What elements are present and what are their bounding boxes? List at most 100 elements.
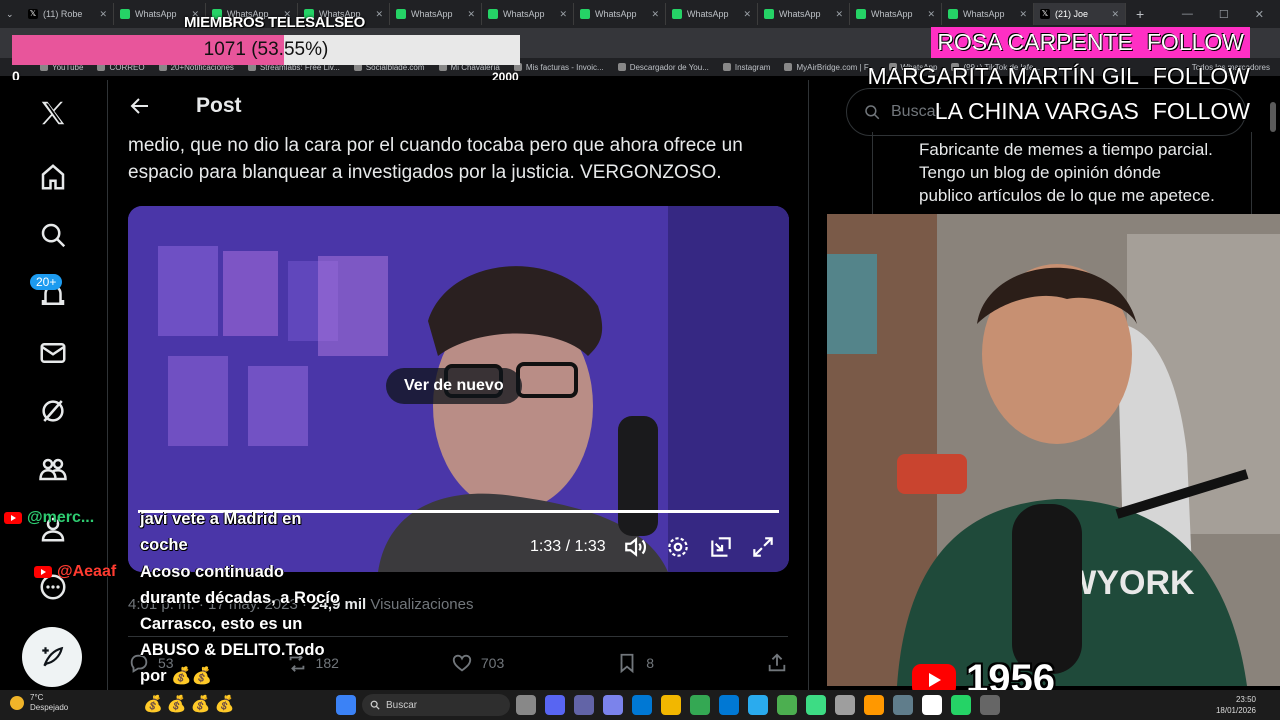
notifications-badge: 20+ [30, 274, 63, 290]
close-tab-icon[interactable]: ✕ [99, 9, 107, 20]
x-left-nav: 20+ [0, 80, 105, 690]
temperature: 7°C [30, 693, 44, 702]
search-icon [370, 700, 380, 710]
settings-gear-icon[interactable] [665, 534, 691, 560]
taskbar-app-icon[interactable] [632, 695, 652, 715]
taskbar-app-icon[interactable] [893, 695, 913, 715]
post-header-title: Post [196, 94, 242, 117]
scrollbar-thumb[interactable] [1270, 102, 1276, 132]
weather-text: Despejado [30, 703, 69, 712]
browser-tab[interactable]: WhatsApp ✕ [574, 3, 666, 25]
x-logo-icon: 𝕏 [28, 9, 38, 19]
video-time: 1:33 / 1:33 [530, 538, 606, 555]
browser-tab[interactable]: WhatsApp ✕ [758, 3, 850, 25]
taskbar-search[interactable]: Buscar [362, 694, 510, 716]
close-tab-icon[interactable]: ✕ [927, 9, 935, 20]
youtube-icon [4, 512, 22, 524]
bookmark-item[interactable]: MyAirBridge.com | F... [784, 62, 875, 72]
follow-alert: ROSA CARPENTE FOLLOW [931, 27, 1250, 58]
close-tab-icon[interactable]: ✕ [375, 9, 383, 20]
youtube-icon [34, 566, 52, 578]
tab-label: WhatsApp [779, 9, 821, 19]
close-tab-icon[interactable]: ✕ [559, 9, 567, 20]
grok-icon[interactable] [36, 394, 70, 428]
search-icon[interactable] [36, 218, 70, 252]
whatsapp-icon [396, 9, 406, 19]
browser-tab[interactable]: 𝕏 (11) Robe ✕ [22, 3, 114, 25]
like-button[interactable]: 703 [451, 652, 504, 674]
bookmark-count: 8 [646, 655, 654, 671]
search-icon [865, 105, 880, 120]
communities-icon[interactable] [36, 452, 70, 486]
browser-tab[interactable]: 𝕏 (21) Joe ✕ [1034, 3, 1126, 25]
close-tab-icon[interactable]: ✕ [743, 9, 751, 20]
bookmark-label: MyAirBridge.com | F... [796, 62, 875, 72]
taskbar-app-icon[interactable] [719, 695, 739, 715]
bookmark-item[interactable]: Mis facturas - Invoic... [513, 63, 604, 72]
tab-label: WhatsApp [411, 9, 453, 19]
chat-message: Acoso continuado durante décadas, a Rocí… [140, 563, 340, 685]
taskbar-app-icon[interactable] [690, 695, 710, 715]
tab-list-button[interactable]: ⌄ [0, 3, 22, 25]
back-arrow-icon[interactable] [128, 94, 152, 118]
window-controls: — ☐ ✕ [1182, 8, 1280, 21]
fullscreen-icon[interactable] [750, 534, 776, 560]
weather-widget[interactable]: 7°C Despejado [10, 693, 68, 713]
browser-tab[interactable]: WhatsApp ✕ [942, 3, 1034, 25]
bookmark-button[interactable]: 8 [616, 652, 654, 674]
browser-tab[interactable]: WhatsApp ✕ [482, 3, 574, 25]
taskbar-app-icon[interactable] [864, 695, 884, 715]
chevron-down-icon: ⌄ [6, 8, 14, 19]
follow-alert: LA CHINA VARGAS FOLLOW [934, 98, 1250, 124]
whatsapp-icon [672, 9, 682, 19]
minimize-icon[interactable]: — [1182, 8, 1193, 21]
bookmark-item[interactable]: Instagram [722, 63, 770, 72]
webcam-image: NEWYORK [827, 214, 1280, 686]
messages-icon[interactable] [36, 336, 70, 370]
home-icon[interactable] [36, 160, 70, 194]
taskbar-app-icon[interactable] [748, 695, 768, 715]
replay-button[interactable]: Ver de nuevo [386, 368, 522, 404]
x-logo-icon[interactable] [36, 96, 70, 130]
taskbar-app-icon[interactable] [661, 695, 681, 715]
taskbar-app-icon[interactable] [835, 695, 855, 715]
bio-line: Tengo un blog de opinión dónde [919, 163, 1161, 182]
tab-label: WhatsApp [135, 9, 177, 19]
whatsapp-icon [580, 9, 590, 19]
close-tab-icon[interactable]: ✕ [1111, 9, 1119, 20]
post-header: Post [128, 94, 242, 118]
taskbar-app-icon[interactable] [516, 695, 536, 715]
taskbar-app-icon[interactable] [922, 695, 942, 715]
compose-post-button[interactable] [22, 627, 82, 687]
close-tab-icon[interactable]: ✕ [835, 9, 843, 20]
taskbar-app-icon[interactable] [806, 695, 826, 715]
close-tab-icon[interactable]: ✕ [651, 9, 659, 20]
views-label: Visualizaciones [370, 596, 474, 613]
browser-tab[interactable]: WhatsApp ✕ [850, 3, 942, 25]
picture-in-picture-icon[interactable] [708, 534, 734, 560]
share-button[interactable] [766, 652, 788, 674]
taskbar-app-icon[interactable] [574, 695, 594, 715]
taskbar-app-icon[interactable] [980, 695, 1000, 715]
new-tab-button[interactable]: + [1126, 6, 1154, 22]
browser-tab[interactable]: WhatsApp ✕ [666, 3, 758, 25]
moon-icon [10, 696, 24, 710]
search-placeholder: Buscar [891, 103, 941, 120]
volume-icon[interactable] [623, 534, 649, 560]
close-icon[interactable]: ✕ [1255, 8, 1264, 21]
taskbar-app-icon[interactable] [603, 695, 623, 715]
close-tab-icon[interactable]: ✕ [1019, 9, 1027, 20]
taskbar-app-icon[interactable] [951, 695, 971, 715]
system-clock[interactable]: 23:50 18/01/2026 [1216, 694, 1256, 716]
members-goal-text: 1071 (53.55%) [203, 39, 329, 60]
bookmark-item[interactable]: Descargador de You... [617, 63, 709, 72]
windows-start-icon[interactable] [336, 695, 356, 715]
clock-date: 18/01/2026 [1215, 706, 1256, 715]
taskbar-app-icon[interactable] [777, 695, 797, 715]
profile-bio: Fabricante de memes a tiempo parcial. Te… [919, 138, 1249, 207]
browser-tab[interactable]: WhatsApp ✕ [390, 3, 482, 25]
maximize-icon[interactable]: ☐ [1219, 8, 1229, 21]
taskbar-app-icon[interactable] [545, 695, 565, 715]
follow-alert: MARGARITA MARTÍN GIL FOLLOW [867, 63, 1250, 89]
close-tab-icon[interactable]: ✕ [467, 9, 475, 20]
